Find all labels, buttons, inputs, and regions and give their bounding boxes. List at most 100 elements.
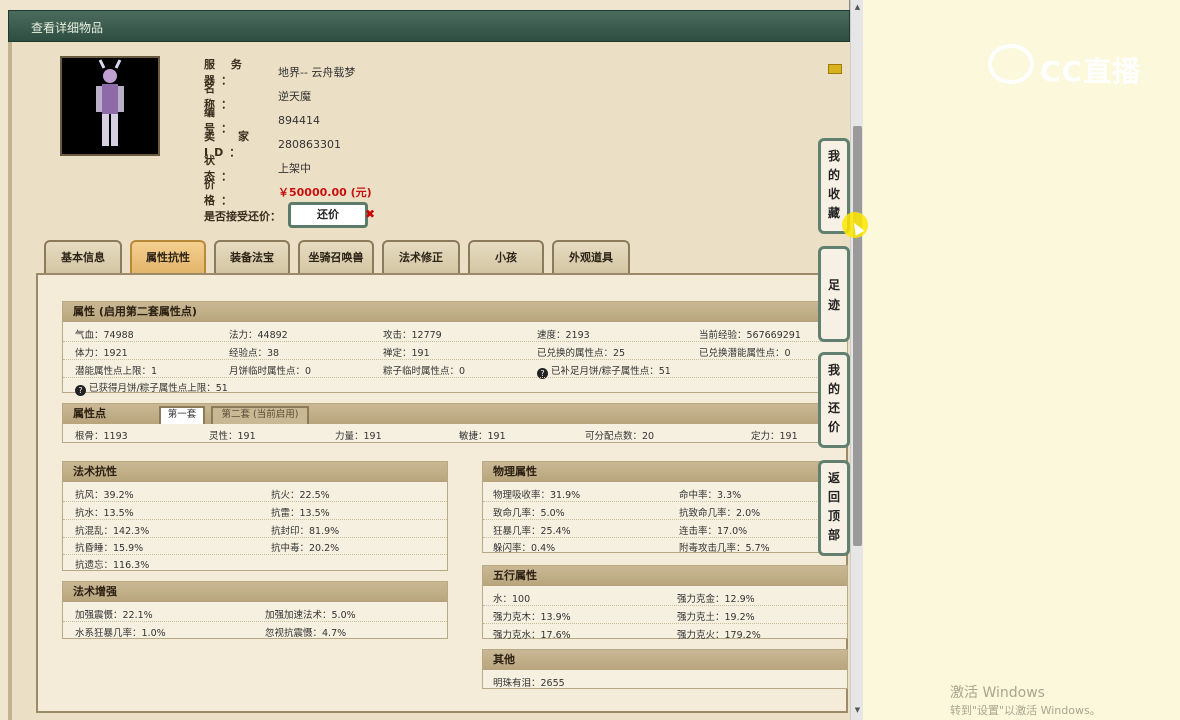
- attr-speed: 速度：2193: [537, 330, 590, 341]
- tab-spell-mod[interactable]: 法术修正: [382, 240, 460, 274]
- tab-attributes[interactable]: 属性抗性: [130, 240, 206, 274]
- element-item: 强力克土：19.2%: [677, 612, 755, 623]
- five-elements-section: 五行属性 水：100 强力克金：12.9% 强力克木：13.9% 强力克土：19…: [482, 565, 848, 641]
- attributes-header: 属性 (启用第二套属性点): [63, 302, 847, 322]
- resist-item: 抗水：13.5%: [75, 508, 134, 519]
- logo-text: CC直播: [1040, 55, 1142, 88]
- label-counter: 是否接受还价：: [204, 210, 281, 223]
- physical-section: 物理属性 物理吸收率：31.9% 命中率：3.3% 致命几率：5.0% 抗致命几…: [482, 461, 848, 554]
- attr-hp: 气血：74988: [75, 330, 134, 341]
- spell-boost-section: 法术增强 加强震慑：22.1% 加强加速法术：5.0% 水系狂暴几率：1.0% …: [62, 581, 448, 639]
- points-section: 属性点 第一套 第二套 (当前启用) 根骨：1193 灵性：191 力量：191…: [62, 403, 848, 443]
- scroll-up-icon[interactable]: ▲: [853, 3, 862, 12]
- resist-item: 抗昏睡：15.9%: [75, 543, 144, 554]
- scroll-down-icon[interactable]: ▼: [853, 706, 862, 715]
- attr-exp: 当前经验：567669291: [699, 330, 801, 341]
- server-value: 地界-- 云舟载梦: [278, 66, 356, 79]
- tab-equipment[interactable]: 装备法宝: [214, 240, 290, 274]
- item-detail-window: 查看详细物品 服 务 器： 地界-- 云舟载梦 名 称： 逆天魔 编 号： 89441…: [0, 0, 850, 720]
- physical-item: 致命几率：5.0%: [493, 508, 565, 519]
- boost-item: 水系狂暴几率：1.0%: [75, 628, 166, 639]
- attr-meditation: 禅定：191: [383, 348, 430, 359]
- element-item: 水：100: [493, 594, 531, 605]
- attr-obtained-cap: ? 已获得月饼/粽子属性点上限：51: [75, 380, 228, 396]
- physical-item: 命中率：3.3%: [679, 490, 742, 501]
- price-value: ￥50000.00 (元): [278, 186, 372, 199]
- boost-item: 加强加速法术：5.0%: [265, 610, 356, 621]
- tab-second-set[interactable]: 第二套 (当前启用): [211, 406, 309, 424]
- tab-child[interactable]: 小孩: [468, 240, 544, 274]
- attr-potential-exchanged: 已兑换潜能属性点：0: [699, 348, 791, 359]
- window-title: 查看详细物品: [31, 21, 104, 35]
- element-item: 强力克木：13.9%: [493, 612, 571, 623]
- close-icon[interactable]: ✖: [365, 207, 375, 221]
- tab-mounts-pets[interactable]: 坐骑召唤兽: [298, 240, 374, 274]
- scrollbar-thumb[interactable]: [853, 126, 862, 546]
- logo-ring-icon: [988, 44, 1034, 84]
- name-value: 逆天魔: [278, 90, 311, 103]
- vertical-scrollbar[interactable]: ▲ ▼: [850, 0, 863, 720]
- attr-mp: 法力：44892: [229, 330, 288, 341]
- physical-item: 抗致命几率：2.0%: [679, 508, 761, 519]
- spell-boost-header: 法术增强: [63, 582, 447, 602]
- other-item: 明珠有泪：2655: [493, 678, 565, 689]
- my-favorites-label: 我的收藏: [827, 149, 840, 220]
- points-agility: 敏捷：191: [459, 431, 506, 442]
- resist-item: 抗风：39.2%: [75, 490, 134, 501]
- my-counter-offers-button[interactable]: 我的还价: [818, 352, 850, 448]
- spell-resist-section: 法术抗性 抗风：39.2% 抗火：22.5% 抗水：13.5% 抗雷：13.5%…: [62, 461, 448, 571]
- resist-item: 抗混乱：142.3%: [75, 526, 150, 537]
- physical-header: 物理属性: [483, 462, 847, 482]
- points-strength: 力量：191: [335, 431, 382, 442]
- title-bar: 查看详细物品: [8, 10, 850, 42]
- tab-appearance[interactable]: 外观道具: [552, 240, 630, 274]
- favorite-icon[interactable]: [828, 64, 842, 74]
- element-item: 强力克金：12.9%: [677, 594, 755, 605]
- windows-watermark-line2: 转到"设置"以激活 Windows。: [950, 704, 1101, 717]
- attr-filled-text: 已补足月饼/粽子属性点：51: [551, 366, 671, 377]
- points-focus: 定力：191: [751, 431, 798, 442]
- footprints-label: 足迹: [827, 278, 840, 312]
- counter-offer-button[interactable]: 还价: [288, 202, 368, 228]
- boost-item: 加强震慑：22.1%: [75, 610, 153, 621]
- status-value: 上架中: [278, 162, 311, 175]
- attr-exp-points: 经验点：38: [229, 348, 280, 359]
- attributes-panel: 属性 (启用第二套属性点) 气血：74988 法力：44892 攻击：12779…: [36, 273, 848, 713]
- attr-zongzi-temp: 粽子临时属性点：0: [383, 366, 466, 377]
- seller-id-value: 280863301: [278, 137, 341, 151]
- points-constitution: 根骨：1193: [75, 431, 128, 442]
- question-icon[interactable]: ?: [75, 385, 86, 396]
- my-counter-offers-label: 我的还价: [827, 363, 840, 434]
- label-price: 价 格：: [204, 178, 255, 207]
- attributes-section: 属性 (启用第二套属性点) 气血：74988 法力：44892 攻击：12779…: [62, 301, 848, 396]
- tab-first-set[interactable]: 第一套: [159, 406, 205, 424]
- character-avatar: [60, 56, 160, 156]
- physical-item: 物理吸收率：31.9%: [493, 490, 581, 501]
- resist-item: 抗中毒：20.2%: [271, 543, 340, 554]
- other-header: 其他: [483, 650, 847, 670]
- physical-item: 狂暴几率：25.4%: [493, 526, 571, 537]
- number-value: 894414: [278, 113, 320, 127]
- footprints-button[interactable]: 足迹: [818, 246, 850, 342]
- attr-stamina: 体力：1921: [75, 348, 128, 359]
- back-to-top-button[interactable]: 返回顶部: [818, 460, 850, 556]
- back-to-top-label: 返回顶部: [827, 471, 840, 542]
- resist-item: 抗封印：81.9%: [271, 526, 340, 537]
- character-portrait-icon: [96, 59, 124, 146]
- resist-item: 抗火：22.5%: [271, 490, 330, 501]
- five-elements-header: 五行属性: [483, 566, 847, 586]
- points-assignable: 可分配点数：20: [585, 431, 655, 442]
- spell-resist-header: 法术抗性: [63, 462, 447, 482]
- resist-item: 抗遗忘：116.3%: [75, 560, 150, 571]
- tab-basic-info[interactable]: 基本信息: [44, 240, 122, 274]
- attr-attack: 攻击：12779: [383, 330, 442, 341]
- windows-watermark-line1: 激活 Windows: [950, 685, 1045, 701]
- element-item: 强力克火：179.2%: [677, 630, 761, 641]
- boost-item: 忽视抗震慑：4.7%: [265, 628, 347, 639]
- attr-exchanged: 已兑换的属性点：25: [537, 348, 626, 359]
- resist-item: 抗雷：13.5%: [271, 508, 330, 519]
- attr-potential-cap: 潜能属性点上限：1: [75, 366, 158, 377]
- physical-item: 连击率：17.0%: [679, 526, 748, 537]
- physical-item: 附毒攻击几率：5.7%: [679, 543, 770, 554]
- cc-live-logo: CC直播: [988, 44, 1148, 90]
